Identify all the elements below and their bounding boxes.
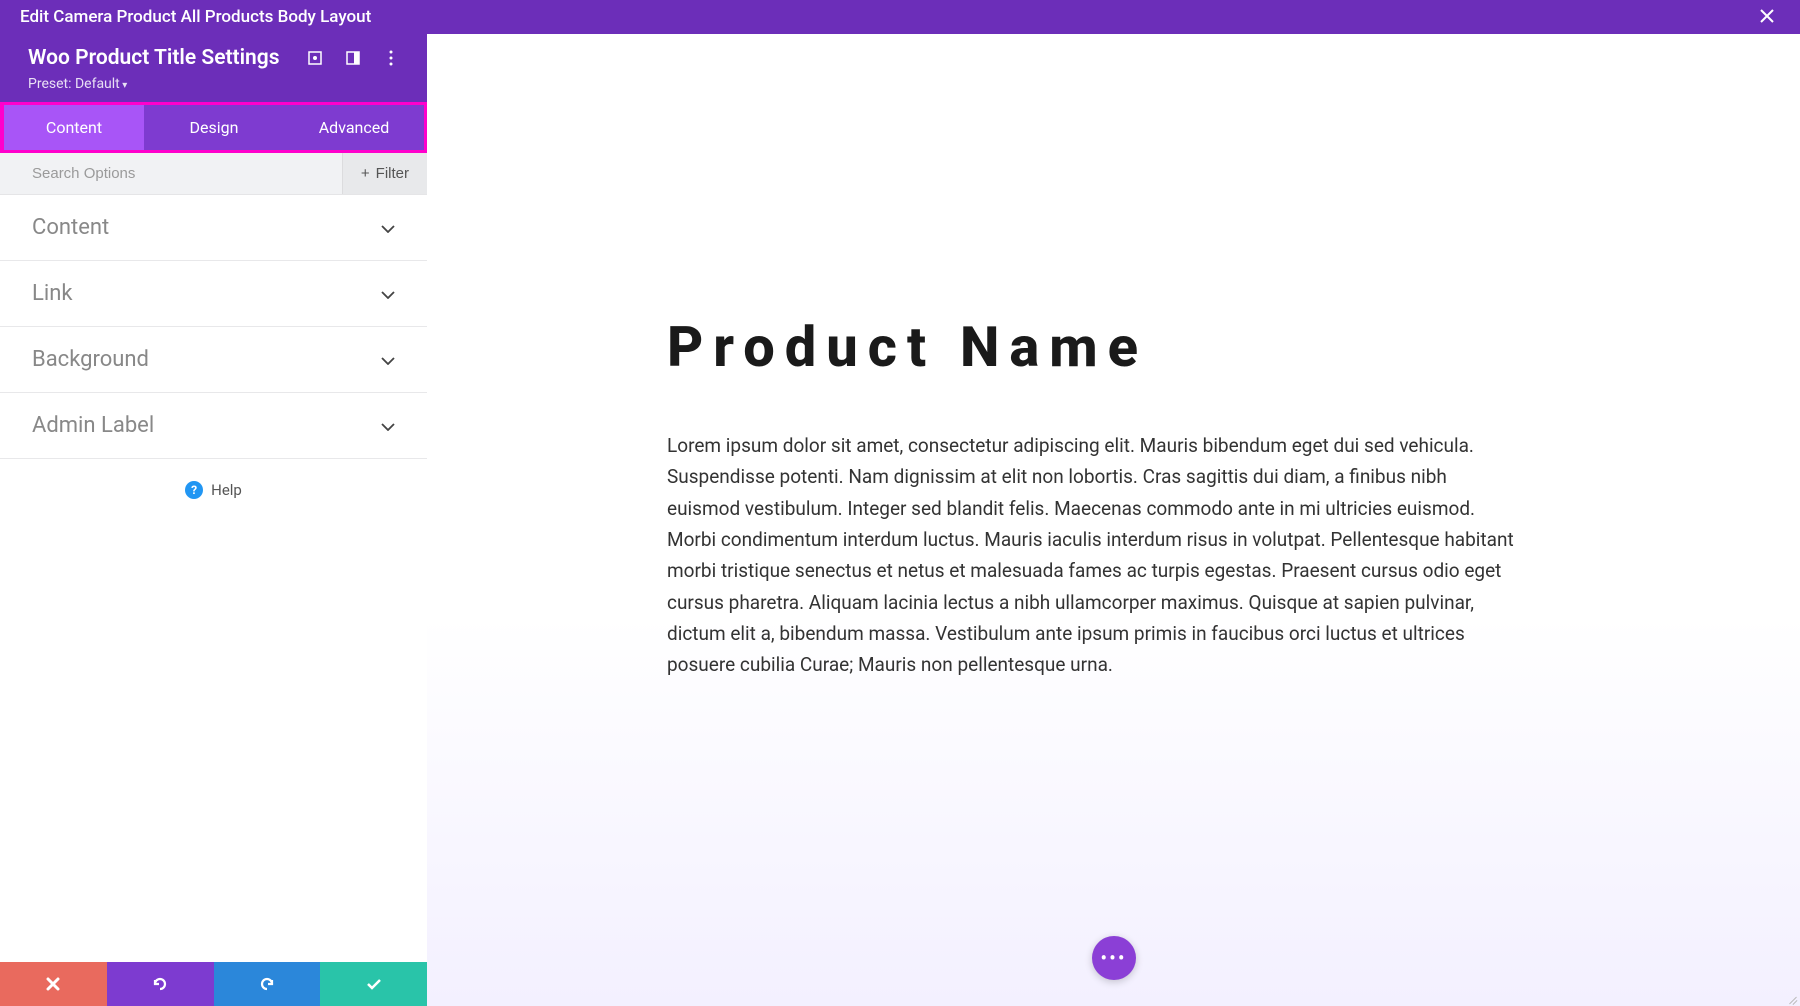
fab-more[interactable]: ••• xyxy=(1092,936,1136,980)
redo-icon xyxy=(258,975,276,993)
main-container: Woo Product Title Settings Preset: Defau… xyxy=(0,34,1800,1006)
accordion-label: Link xyxy=(32,281,73,306)
action-bar xyxy=(0,962,427,1006)
product-title: Product Name xyxy=(667,314,1660,380)
check-icon xyxy=(366,978,382,990)
accordion-link[interactable]: Link xyxy=(0,261,427,327)
help-icon: ? xyxy=(185,481,203,499)
chevron-down-icon xyxy=(381,218,395,237)
accordion-background[interactable]: Background xyxy=(0,327,427,393)
accordion-admin-label[interactable]: Admin Label xyxy=(0,393,427,459)
preset-selector[interactable]: Preset: Default xyxy=(28,76,399,92)
search-input[interactable] xyxy=(0,153,342,194)
chevron-down-icon xyxy=(381,416,395,435)
dock-icon[interactable] xyxy=(345,50,361,66)
sidebar-header: Woo Product Title Settings Preset: Defau… xyxy=(0,34,427,102)
cancel-button[interactable] xyxy=(0,962,107,1006)
filter-button[interactable]: + Filter xyxy=(342,153,427,194)
more-icon[interactable] xyxy=(383,50,399,66)
product-description: Lorem ipsum dolor sit amet, consectetur … xyxy=(667,430,1517,681)
search-row: + Filter xyxy=(0,153,427,195)
close-icon xyxy=(46,977,60,991)
preview-pane: Product Name Lorem ipsum dolor sit amet,… xyxy=(427,34,1800,1006)
help-link[interactable]: ? Help xyxy=(0,459,427,521)
chevron-down-icon xyxy=(381,350,395,369)
tab-advanced[interactable]: Advanced xyxy=(284,105,424,150)
save-button[interactable] xyxy=(320,962,427,1006)
expand-icon[interactable] xyxy=(307,50,323,66)
close-icon[interactable] xyxy=(1754,5,1780,29)
undo-icon xyxy=(151,975,169,993)
undo-button[interactable] xyxy=(107,962,214,1006)
tab-design[interactable]: Design xyxy=(144,105,284,150)
accordion-content[interactable]: Content xyxy=(0,195,427,261)
redo-button[interactable] xyxy=(214,962,321,1006)
dots-icon: ••• xyxy=(1100,946,1126,970)
tab-content[interactable]: Content xyxy=(4,105,144,150)
settings-sidebar: Woo Product Title Settings Preset: Defau… xyxy=(0,34,427,1006)
resize-handle[interactable] xyxy=(1784,990,1798,1004)
top-bar: Edit Camera Product All Products Body La… xyxy=(0,0,1800,34)
plus-icon: + xyxy=(361,165,370,182)
filter-label: Filter xyxy=(376,165,409,182)
accordion-label: Content xyxy=(32,215,109,240)
settings-tabs: Content Design Advanced xyxy=(0,102,427,153)
help-label: Help xyxy=(211,481,242,499)
page-title: Edit Camera Product All Products Body La… xyxy=(20,7,371,27)
accordion-label: Background xyxy=(32,347,149,372)
chevron-down-icon xyxy=(381,284,395,303)
settings-title: Woo Product Title Settings xyxy=(28,46,280,70)
accordion-label: Admin Label xyxy=(32,413,154,438)
